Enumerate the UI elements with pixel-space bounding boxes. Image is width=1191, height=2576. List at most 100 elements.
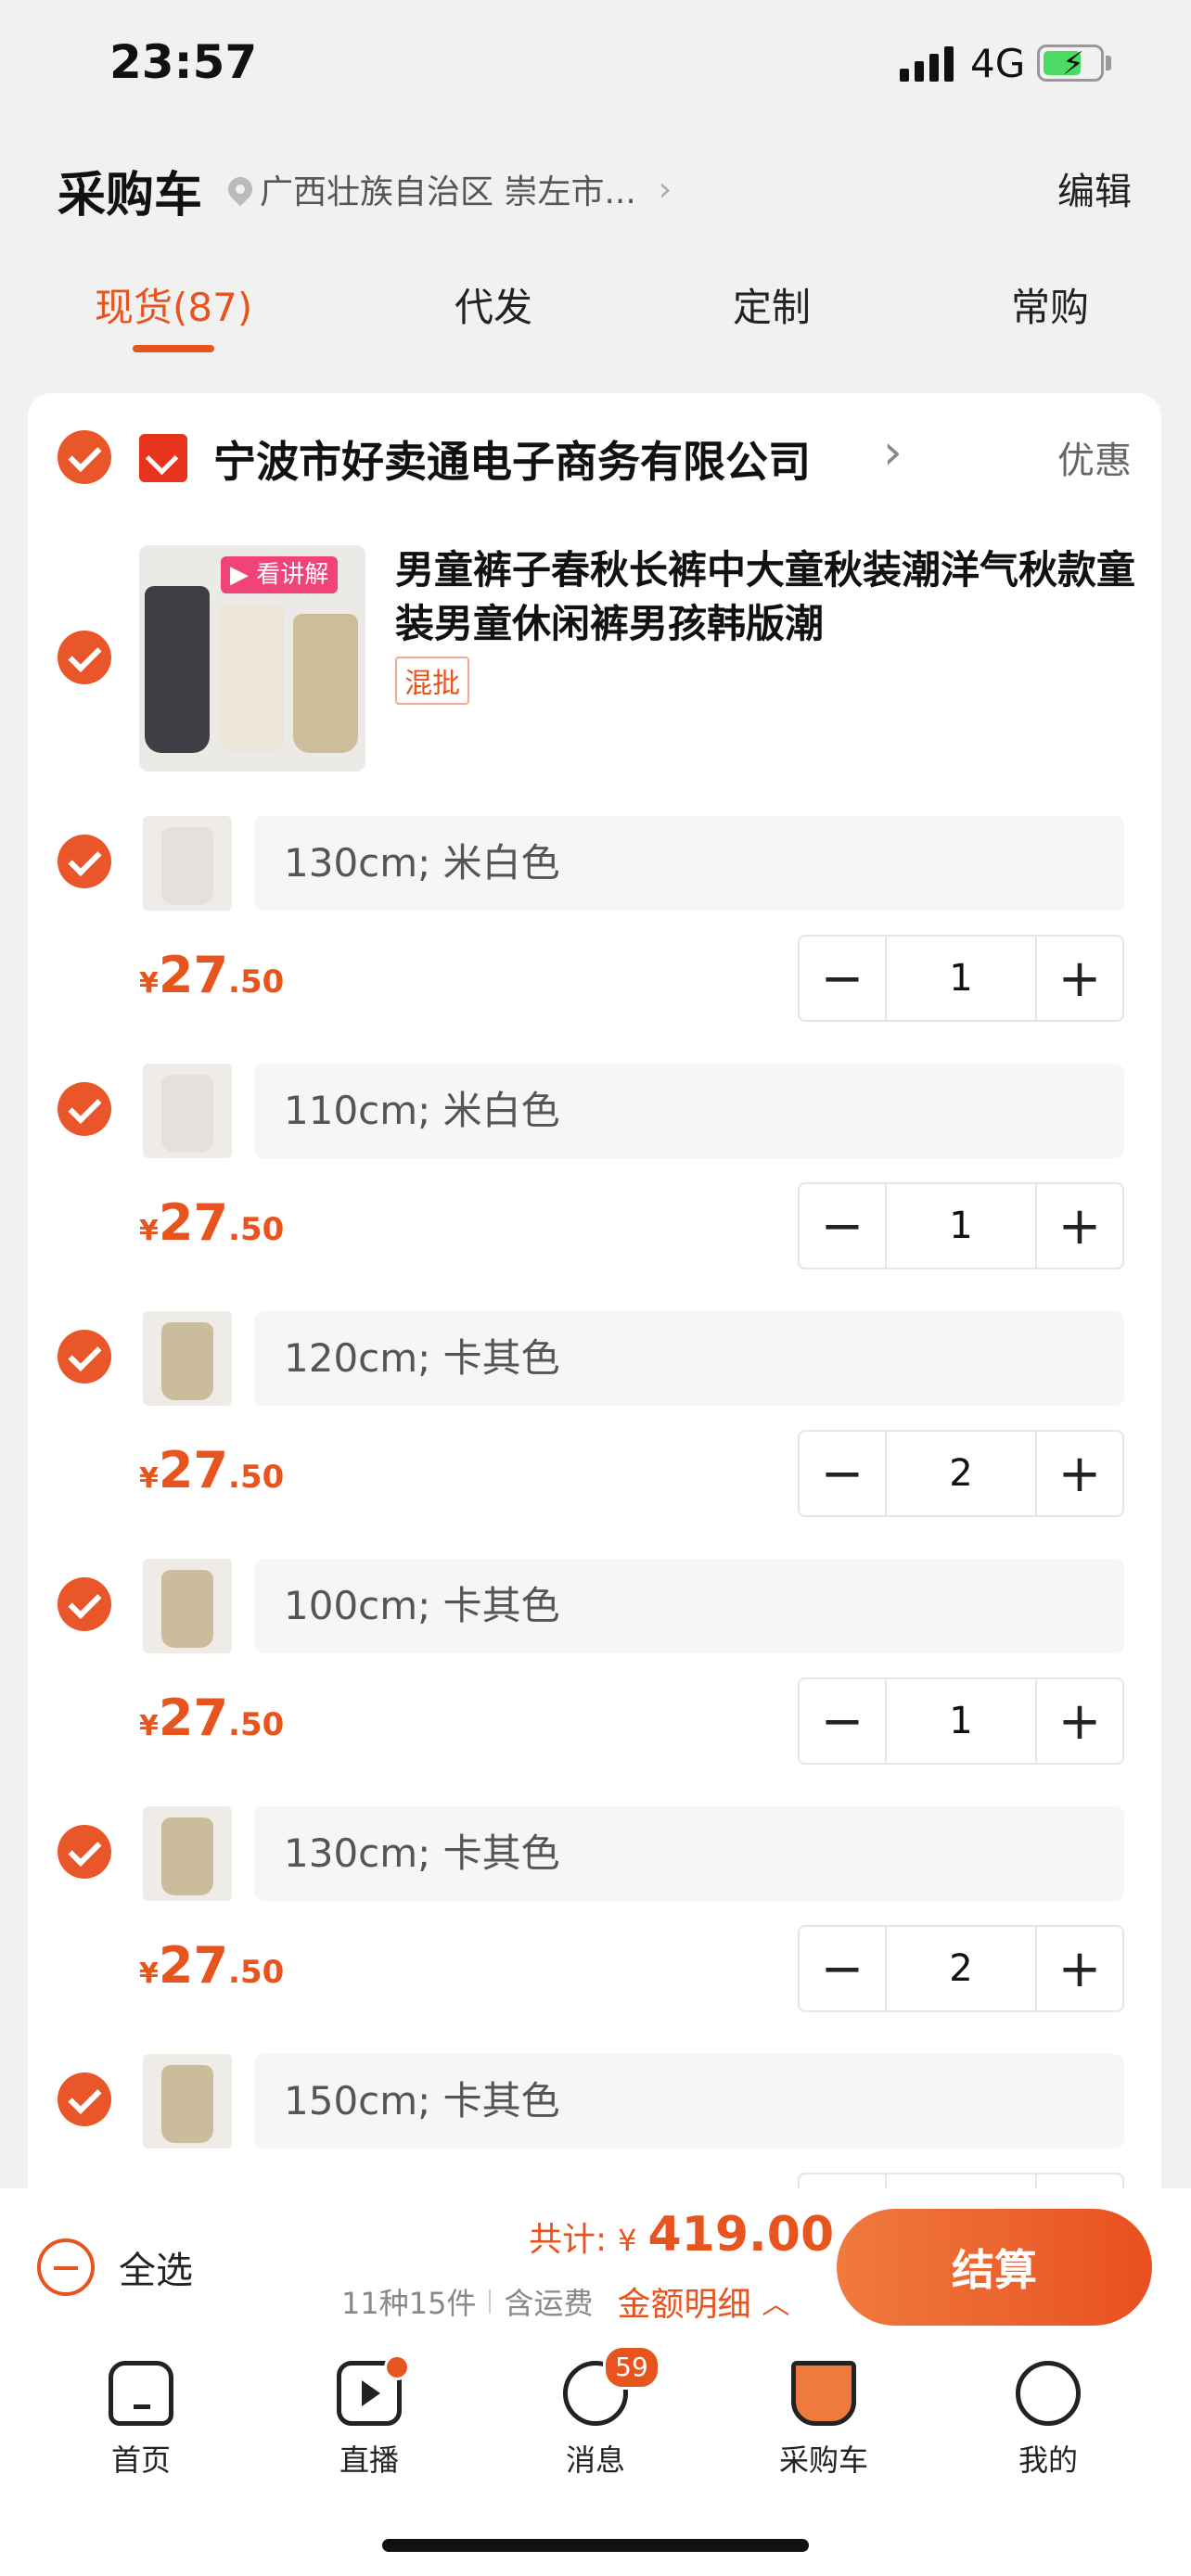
quantity-stepper: −2 + [798, 1430, 1124, 1517]
quantity-input[interactable]: 2 [885, 1432, 1037, 1515]
pant-white [219, 605, 284, 753]
sku-checkbox[interactable] [58, 1825, 111, 1879]
shop-name[interactable]: 宁波市好卖通电子商务有限公司 [213, 428, 890, 490]
order-summary: 11种15件 含运费 金额明细 ︿ [341, 2277, 789, 2326]
price-currency: ¥ [139, 967, 159, 1000]
header: 采购车 广西壮族自治区 崇左市... › 编辑 [0, 139, 1191, 232]
increment-button[interactable]: + [1037, 1679, 1122, 1763]
divider [489, 2289, 492, 2314]
location-selector[interactable]: 广西壮族自治区 崇左市... › [223, 165, 672, 213]
sku-spec[interactable]: 120cm; 卡其色 [254, 1311, 1124, 1406]
select-all-checkbox[interactable] [37, 2238, 95, 2296]
tabbar-home[interactable]: 首页 [76, 2361, 206, 2480]
sku-thumbnail-garment [161, 827, 213, 905]
price-currency: ¥ [139, 1710, 159, 1742]
decrement-button[interactable]: − [800, 1679, 885, 1763]
quantity-input[interactable]: 1 [885, 937, 1037, 1020]
sku-checkbox[interactable] [58, 2072, 111, 2126]
signal-icon [900, 46, 954, 82]
sku-spec[interactable]: 150cm; 卡其色 [254, 2054, 1124, 2149]
home-icon [109, 2361, 173, 2426]
pant-khaki [293, 614, 358, 753]
tabbar-cart[interactable]: 采购车 [759, 2361, 889, 2480]
live-icon [337, 2354, 410, 2426]
price-integer: 27 [158, 1441, 229, 1499]
sku-spec[interactable]: 100cm; 卡其色 [254, 1559, 1124, 1653]
shop-checkbox[interactable] [58, 430, 111, 484]
tabbar-live[interactable]: 直播 [304, 2354, 434, 2480]
sku-thumbnail[interactable] [143, 1311, 232, 1406]
price-integer: 27 [158, 1936, 229, 1995]
sku-thumbnail-garment [161, 1570, 213, 1648]
increment-button[interactable]: + [1037, 1184, 1122, 1268]
amount-detail-link[interactable]: 金额明细 [617, 2277, 750, 2326]
message-count-badge: 59 [603, 2345, 660, 2390]
quantity-input[interactable]: 2 [885, 1927, 1037, 2010]
decrement-button[interactable]: − [800, 1927, 885, 2010]
quantity-input[interactable]: 1 [885, 1679, 1037, 1763]
sku-row: 100cm; 卡其色 ¥27.50 −1 + [28, 1559, 1161, 1805]
price-integer: 27 [158, 1193, 229, 1252]
location-pin-icon [223, 172, 258, 207]
chevron-right-icon: › [658, 170, 672, 209]
sku-thumbnail-garment [161, 1817, 213, 1895]
pant-dark [145, 586, 210, 753]
tab-dropship[interactable]: 代发 [455, 276, 532, 333]
chevron-right-icon[interactable]: › [883, 425, 903, 480]
sku-checkbox[interactable] [58, 1082, 111, 1136]
battery-cap [1106, 56, 1111, 70]
chevron-up-icon[interactable]: ︿ [762, 2281, 789, 2322]
bottom-tab-bar: 首页 直播 59 消息 采购车 我的 [0, 2337, 1191, 2576]
tab-spot[interactable]: 现货(87) [95, 276, 252, 352]
live-tag[interactable]: ▶ 看讲解 [221, 556, 339, 593]
select-all-toggle[interactable]: 全选 [37, 2238, 193, 2296]
sku-spec[interactable]: 130cm; 米白色 [254, 816, 1124, 911]
decrement-button[interactable]: − [800, 1432, 885, 1515]
increment-button[interactable]: + [1037, 1432, 1122, 1515]
tabbar-profile[interactable]: 我的 [983, 2361, 1113, 2480]
checkout-button[interactable]: 结算 [837, 2209, 1152, 2326]
increment-button[interactable]: + [1037, 1927, 1122, 2010]
active-tab-indicator [133, 345, 215, 352]
decrement-button[interactable]: − [800, 937, 885, 1020]
promo-button[interactable]: 优惠 [1057, 430, 1132, 484]
quantity-input[interactable]: 1 [885, 1184, 1037, 1268]
edit-button[interactable]: 编辑 [1057, 161, 1132, 215]
tab-frequent[interactable]: 常购 [1011, 276, 1089, 333]
price-currency: ¥ [139, 1215, 159, 1247]
tab-label: 常购 [1011, 285, 1090, 330]
tabbar-label: 消息 [565, 2442, 625, 2478]
product-image[interactable]: ▶ 看讲解 [139, 545, 365, 772]
sku-price: ¥27.50 [139, 946, 284, 1004]
tabbar-label: 采购车 [778, 2442, 868, 2478]
sku-thumbnail[interactable] [143, 1064, 232, 1158]
sku-checkbox[interactable] [58, 1330, 111, 1384]
sku-checkbox[interactable] [58, 1577, 111, 1631]
sku-thumbnail[interactable] [143, 2054, 232, 2149]
price-decimal: .50 [228, 963, 285, 1001]
sku-price: ¥27.50 [139, 1689, 284, 1747]
sku-row: 130cm; 卡其色 ¥27.50 −2 + [28, 1806, 1161, 2053]
sku-spec[interactable]: 130cm; 卡其色 [254, 1806, 1124, 1901]
status-bar: 23:57 4G ⚡ [0, 0, 1191, 130]
increment-button[interactable]: + [1037, 937, 1122, 1020]
sku-thumbnail[interactable] [143, 1559, 232, 1653]
home-indicator [382, 2539, 809, 2552]
total-label: 共计: [529, 2221, 608, 2259]
quantity-stepper: −2 + [798, 1925, 1124, 2012]
total-amount: 共计: ¥ 419.00 [529, 2207, 834, 2263]
sku-spec[interactable]: 110cm; 米白色 [254, 1064, 1124, 1158]
sku-thumbnail-garment [161, 2065, 213, 2143]
tabbar-messages[interactable]: 59 消息 [531, 2345, 660, 2480]
product-checkbox[interactable] [58, 631, 111, 684]
tab-custom[interactable]: 定制 [733, 276, 811, 333]
profile-icon [1016, 2361, 1081, 2426]
mixed-batch-badge: 混批 [395, 657, 469, 705]
sku-thumbnail[interactable] [143, 1806, 232, 1901]
checkout-bar: 全选 共计: ¥ 419.00 11种15件 含运费 金额明细 ︿ 结算 [0, 2188, 1191, 2337]
sku-checkbox[interactable] [58, 835, 111, 888]
decrement-button[interactable]: − [800, 1184, 885, 1268]
quantity-stepper: −1+ [798, 935, 1124, 1022]
sku-thumbnail[interactable] [143, 816, 232, 911]
product-title[interactable]: 男童裤子春秋长裤中大童秋装潮洋气秋款童装男童休闲裤男孩韩版潮 [395, 543, 1156, 651]
